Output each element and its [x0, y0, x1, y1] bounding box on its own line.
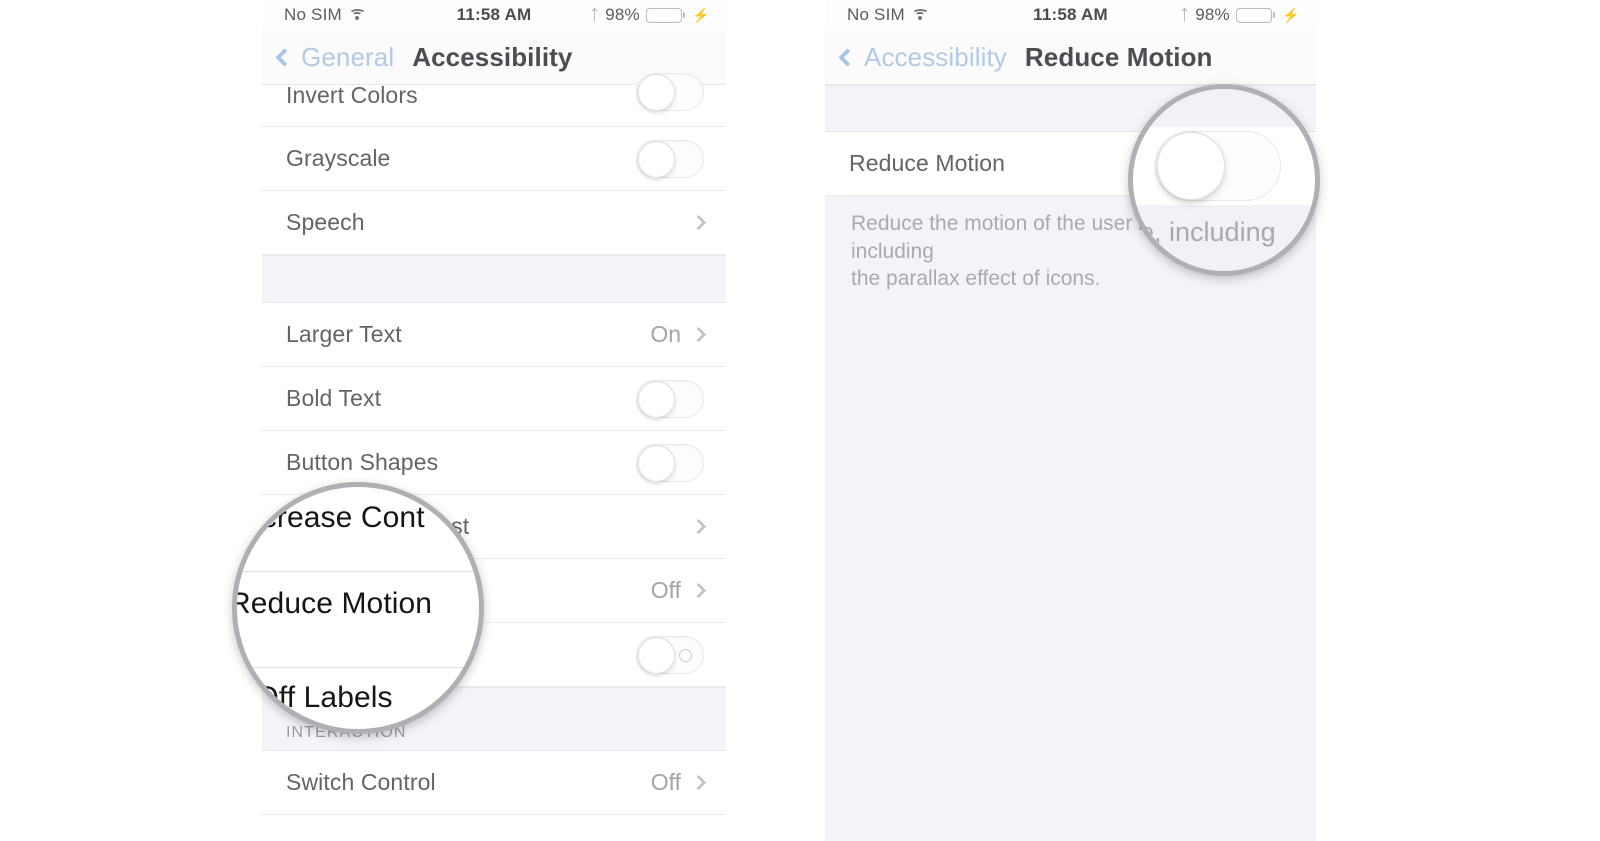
chevron-right-icon [690, 774, 707, 791]
bluetooth-icon: ᛏ [590, 6, 600, 24]
off-label-circle-icon [679, 648, 692, 662]
row-label: Speech [286, 209, 365, 235]
row-label: Reduce Motion [849, 150, 1005, 176]
magnified-label-on-off-labels: /Off Labels [247, 681, 393, 714]
empty-area [825, 293, 1316, 814]
lightning-bolt-icon: ⚡ [1282, 6, 1300, 23]
magnified-label-increase-contrast: ncrease Cont [245, 501, 425, 534]
row-value: Off [650, 577, 681, 603]
chevron-left-icon [838, 47, 857, 67]
status-bar-battery-group: ᛏ 98% ⚡ [1180, 5, 1300, 25]
list-row-bold-text[interactable]: Bold Text [262, 367, 726, 431]
battery-percent-label: 98% [1195, 5, 1230, 24]
magnifier-right-content: e, including [1133, 89, 1315, 271]
row-label: Invert Colors [286, 82, 418, 108]
row-label: Button Shapes [286, 449, 439, 475]
back-button-label: Accessibility [864, 41, 1007, 72]
magnifier-right: e, including [1128, 84, 1320, 276]
chevron-right-icon [690, 214, 707, 231]
nav-bar-right: Accessibility Reduce Motion [825, 30, 1316, 85]
section-gap-1 [262, 255, 726, 303]
row-label: Grayscale [286, 145, 391, 171]
row-value: Off [650, 769, 681, 795]
toggle-button-shapes[interactable] [636, 443, 704, 482]
lightning-bolt-icon: ⚡ [692, 6, 710, 23]
toggle-grayscale[interactable] [636, 139, 704, 178]
row-label: Switch Control [286, 769, 436, 795]
status-bar-right: No SIM 11:58 AM ᛏ 98% ⚡ [825, 0, 1316, 30]
toggle-invert-colors[interactable] [636, 73, 704, 111]
list-row-speech[interactable]: Speech [262, 191, 726, 255]
screenshot-canvas: No SIM 11:58 AM ᛏ 98% ⚡ General Accessib… [0, 0, 1600, 841]
status-bar-left: No SIM 11:58 AM ᛏ 98% ⚡ [262, 0, 726, 30]
row-value: On [650, 321, 681, 347]
chevron-right-icon [690, 582, 707, 599]
chevron-left-icon [275, 47, 294, 67]
magnifier-left: ncrease Cont Reduce Motion /Off Labels [232, 482, 484, 734]
list-row-larger-text[interactable]: Larger Text On [262, 303, 726, 367]
status-bar-battery-group: ᛏ 98% ⚡ [590, 5, 710, 25]
toggle-bold-text[interactable] [636, 379, 704, 418]
bluetooth-icon: ᛏ [1180, 6, 1190, 24]
chevron-right-icon [690, 518, 707, 535]
magnified-label-reduce-motion: Reduce Motion [232, 587, 433, 620]
back-button-accessibility[interactable]: Accessibility [838, 41, 1007, 73]
list-row-grayscale[interactable]: Grayscale [262, 127, 726, 191]
page-title: Accessibility [412, 41, 573, 72]
battery-icon [1235, 7, 1276, 23]
page-title: Reduce Motion [1024, 41, 1213, 72]
back-button-general[interactable]: General [275, 41, 395, 73]
list-row-invert-colors[interactable]: Invert Colors [262, 73, 726, 127]
magnifier-left-content: ncrease Cont Reduce Motion /Off Labels [237, 487, 479, 729]
battery-icon [645, 7, 686, 23]
magnified-description-fragment: e, including [1139, 217, 1276, 247]
row-label: Bold Text [286, 385, 382, 411]
row-label: Larger Text [286, 321, 402, 347]
magnified-toggle-reduce-motion[interactable] [1155, 131, 1281, 201]
chevron-right-icon [690, 326, 707, 343]
list-row-switch-control[interactable]: Switch Control Off [262, 751, 726, 815]
back-button-label: General [301, 41, 395, 72]
battery-percent-label: 98% [605, 5, 640, 24]
toggle-on-off-labels[interactable] [636, 635, 704, 674]
